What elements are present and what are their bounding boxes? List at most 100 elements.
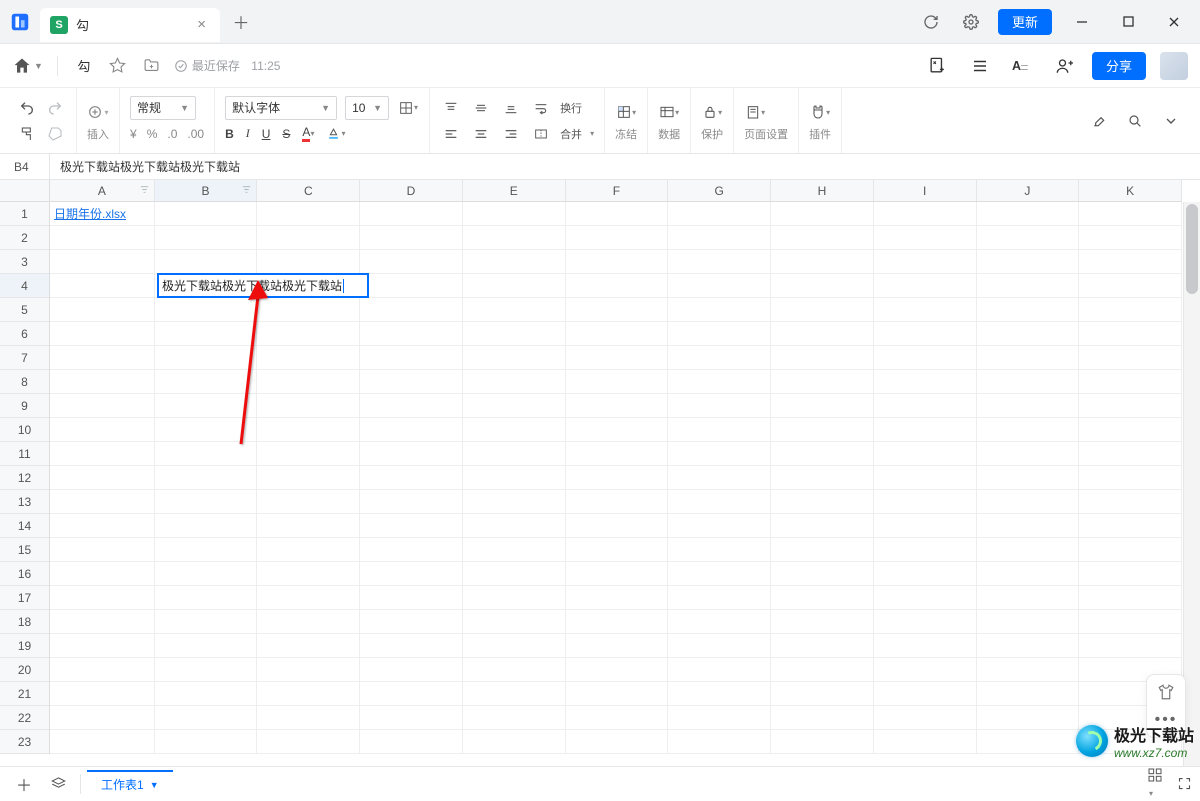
cell[interactable] [566,226,669,249]
cell[interactable] [566,610,669,633]
col-header-C[interactable]: C [257,180,360,201]
cell[interactable] [668,418,771,441]
cell[interactable] [566,706,669,729]
cell[interactable] [668,634,771,657]
cell[interactable] [50,538,155,561]
cell[interactable] [771,202,874,225]
currency-icon[interactable]: ¥ [130,123,137,145]
view-mode-icon[interactable]: ▾ [1147,767,1163,801]
cell[interactable] [771,418,874,441]
cell[interactable] [155,466,258,489]
cell[interactable] [1079,226,1182,249]
shirt-icon[interactable] [1157,683,1175,701]
cell[interactable] [771,658,874,681]
cell[interactable] [257,370,360,393]
cell[interactable] [463,514,566,537]
sheets-list-button[interactable] [42,770,74,798]
cell[interactable] [463,634,566,657]
cell[interactable] [50,274,155,297]
cell[interactable] [1079,274,1182,297]
add-sheet-button[interactable]: ＋ [8,770,40,798]
row-header-22[interactable]: 22 [0,706,49,730]
cell[interactable] [360,514,463,537]
cell[interactable] [771,682,874,705]
fontsize-dropdown[interactable]: 10▼ [345,96,389,120]
row-header-9[interactable]: 9 [0,394,49,418]
cell[interactable] [360,706,463,729]
cell[interactable] [463,706,566,729]
cell[interactable] [874,442,977,465]
cell[interactable] [566,346,669,369]
cell[interactable] [257,562,360,585]
cell[interactable] [50,466,155,489]
cell[interactable] [50,394,155,417]
cell[interactable] [874,322,977,345]
col-header-A[interactable]: A [50,180,155,201]
cell[interactable] [50,490,155,513]
cell[interactable] [257,250,360,273]
star-icon[interactable] [106,54,130,78]
format-painter-icon[interactable] [16,123,38,145]
cell[interactable] [1079,346,1182,369]
cell[interactable] [1079,466,1182,489]
cell[interactable] [463,322,566,345]
cell[interactable] [155,202,258,225]
cell[interactable] [1079,634,1182,657]
col-header-F[interactable]: F [566,180,669,201]
cell[interactable] [977,394,1080,417]
cell[interactable] [463,610,566,633]
bold-button[interactable]: B [225,123,234,145]
cell[interactable] [360,466,463,489]
cell[interactable] [463,658,566,681]
cell[interactable] [668,730,771,753]
row-header-3[interactable]: 3 [0,250,49,274]
col-header-H[interactable]: H [771,180,874,201]
cell[interactable] [566,658,669,681]
cell[interactable] [977,370,1080,393]
row-header-14[interactable]: 14 [0,514,49,538]
cell[interactable] [1079,610,1182,633]
cell[interactable] [566,562,669,585]
borders-icon[interactable]: ▾ [397,97,419,119]
close-icon[interactable]: × [197,16,206,33]
cell[interactable] [463,346,566,369]
cell[interactable] [566,466,669,489]
cell[interactable] [257,442,360,465]
cell[interactable] [1079,538,1182,561]
valign-mid-icon[interactable] [470,97,492,119]
home-button[interactable]: ▼ [12,56,43,76]
text-format-icon[interactable]: A—— [1008,52,1036,80]
valign-bot-icon[interactable] [500,97,522,119]
cell[interactable] [977,202,1080,225]
cell[interactable] [874,658,977,681]
cell[interactable] [50,682,155,705]
cell[interactable] [1079,370,1182,393]
cell[interactable] [463,298,566,321]
cell[interactable] [257,202,360,225]
cell[interactable] [463,562,566,585]
cell[interactable] [463,466,566,489]
cell[interactable] [463,586,566,609]
cell[interactable] [566,298,669,321]
cell[interactable] [668,490,771,513]
protect-icon[interactable]: ▾ [701,101,723,123]
cell[interactable] [668,514,771,537]
cell[interactable] [977,706,1080,729]
cell[interactable] [1079,394,1182,417]
cell[interactable] [874,634,977,657]
cell[interactable] [155,514,258,537]
cell[interactable] [668,466,771,489]
freeze-icon[interactable]: ▾ [615,101,637,123]
cell[interactable] [771,586,874,609]
cell[interactable] [463,394,566,417]
cell[interactable] [1079,562,1182,585]
cell[interactable] [463,274,566,297]
cell[interactable] [360,226,463,249]
fullscreen-icon[interactable] [1177,776,1192,791]
cell[interactable] [771,322,874,345]
cell[interactable] [155,658,258,681]
cell[interactable] [668,370,771,393]
cell[interactable] [50,514,155,537]
cell[interactable] [155,562,258,585]
cell[interactable] [50,586,155,609]
